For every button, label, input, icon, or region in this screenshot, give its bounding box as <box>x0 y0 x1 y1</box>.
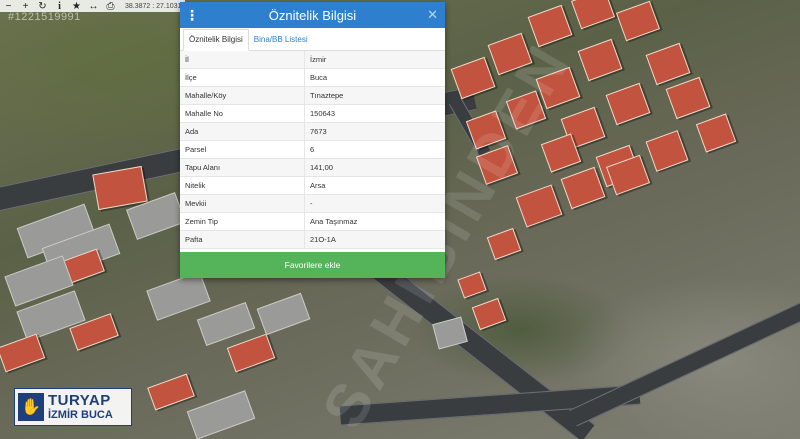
measure-icon[interactable]: ↔ <box>85 0 102 12</box>
print-icon[interactable]: ⎙ <box>102 0 119 12</box>
table-row: Parsel 6 <box>180 140 445 159</box>
attribute-value: Buca <box>304 68 445 87</box>
attribute-value: Arsa <box>304 176 445 195</box>
attribute-key: Pafta <box>180 230 305 249</box>
attribute-key: Mahalle No <box>180 104 305 123</box>
kebab-menu-icon[interactable]: ⋮ <box>180 7 204 24</box>
table-row: İlçe Buca <box>180 68 445 87</box>
handshake-icon: ✋ <box>18 393 44 421</box>
star-icon[interactable]: ★ <box>68 0 85 12</box>
refresh-icon[interactable]: ↻ <box>34 0 51 12</box>
attribute-key: İl <box>180 51 305 69</box>
dialog-header: ⋮ Öznitelik Bilgisi ✕ <box>180 2 445 28</box>
attribute-key: Parsel <box>180 140 305 159</box>
dialog-tabs: Öznitelik Bilgisi Bina/BB Listesi <box>180 28 445 51</box>
add-to-favorites-button[interactable]: Favorilere ekle <box>180 252 445 278</box>
table-row: Nitelik Arsa <box>180 176 445 195</box>
table-row: Mahalle/Köy Tınaztepe <box>180 86 445 105</box>
table-row: Ada 7673 <box>180 122 445 141</box>
coordinate-readout: 38.3872 : 27.1031 <box>125 2 182 10</box>
info-icon[interactable]: i <box>51 0 68 12</box>
tab-building-list[interactable]: Bina/BB Listesi <box>249 30 313 50</box>
logo-line-2: İZMİR BUCA <box>48 409 113 421</box>
attribute-table: İl İzmir İlçe Buca Mahalle/Köy Tınaztepe Ma… <box>180 51 445 249</box>
map-toolbar: − + ↻ i ★ ↔ ⎙ 38.3872 : 27.1031 <box>0 0 185 12</box>
company-logo: ✋ TURYAP İZMİR BUCA <box>14 388 132 426</box>
attribute-key: Mevkii <box>180 194 305 213</box>
table-row: Mevkii - <box>180 194 445 213</box>
attribute-value: Ana Taşınmaz <box>304 212 445 231</box>
attribute-key: Mahalle/Köy <box>180 86 305 105</box>
attribute-value: 21O-1A <box>304 230 445 249</box>
zoom-in-icon[interactable]: + <box>17 0 34 12</box>
attribute-value: 7673 <box>304 122 445 141</box>
attribute-value: İzmir <box>304 51 445 69</box>
attribute-dialog: ⋮ Öznitelik Bilgisi ✕ Öznitelik Bilgisi … <box>180 2 445 278</box>
listing-reference-number: #1221519991 <box>8 11 81 23</box>
table-row: Tapu Alanı 141,00 <box>180 158 445 177</box>
attribute-key: Nitelik <box>180 176 305 195</box>
attribute-value: 150643 <box>304 104 445 123</box>
attribute-key: Tapu Alanı <box>180 158 305 177</box>
table-row: Pafta 21O-1A <box>180 230 445 249</box>
attribute-key: Ada <box>180 122 305 141</box>
logo-line-1: TURYAP <box>48 392 111 409</box>
attribute-key: İlçe <box>180 68 305 87</box>
table-row: Zemin Tip Ana Taşınmaz <box>180 212 445 231</box>
zoom-out-icon[interactable]: − <box>0 0 17 12</box>
attribute-value: 141,00 <box>304 158 445 177</box>
attribute-value: 6 <box>304 140 445 159</box>
attribute-key: Zemin Tip <box>180 212 305 231</box>
close-icon[interactable]: ✕ <box>427 7 438 23</box>
table-row: Mahalle No 150643 <box>180 104 445 123</box>
attribute-value: Tınaztepe <box>304 86 445 105</box>
table-row: İl İzmir <box>180 51 445 69</box>
attribute-value: - <box>304 194 445 213</box>
dialog-title: Öznitelik Bilgisi <box>268 7 357 23</box>
tab-attribute-info[interactable]: Öznitelik Bilgisi <box>183 29 249 51</box>
